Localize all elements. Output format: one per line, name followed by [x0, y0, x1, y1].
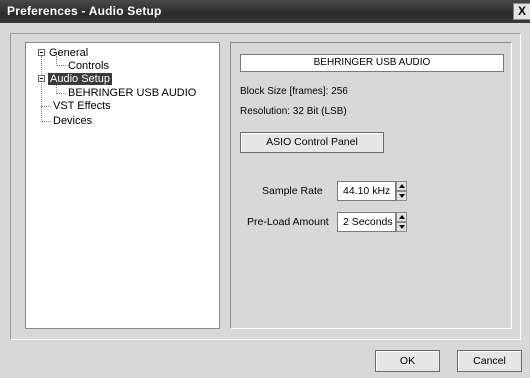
tree-item-devices[interactable]: Devices	[53, 115, 92, 127]
preload-amount-spinner[interactable]	[396, 212, 407, 232]
tree-item-controls[interactable]: Controls	[68, 60, 109, 72]
tree-line	[41, 56, 42, 122]
resolution-text: Resolution: 32 Bit (LSB)	[240, 106, 347, 117]
title-bar[interactable]: Preferences - Audio Setup X	[0, 0, 530, 23]
collapse-toggle-icon[interactable]	[38, 75, 45, 82]
block-size-text: Block Size [frames]: 256	[240, 86, 348, 97]
tree-item-vst-effects[interactable]: VST Effects	[53, 100, 111, 112]
tree-line	[41, 106, 51, 107]
preload-amount-field[interactable]: 2 Seconds	[337, 212, 396, 232]
window-title: Preferences - Audio Setup	[7, 4, 162, 18]
preload-amount-label: Pre-Load Amount	[247, 216, 329, 228]
tree-line	[56, 93, 66, 94]
tree-item-audio-setup[interactable]: Audio Setup	[48, 73, 112, 85]
tree-line	[41, 121, 51, 122]
spin-up-icon[interactable]	[396, 212, 407, 222]
sample-rate-label: Sample Rate	[262, 185, 323, 197]
device-name-field[interactable]: BEHRINGER USB AUDIO	[240, 54, 504, 72]
ok-button[interactable]: OK	[375, 350, 440, 372]
close-button[interactable]: X	[513, 3, 530, 20]
cancel-button[interactable]: Cancel	[457, 350, 522, 372]
spin-down-icon[interactable]	[396, 222, 407, 232]
spin-down-icon[interactable]	[396, 191, 407, 201]
asio-control-panel-button[interactable]: ASIO Control Panel	[240, 132, 384, 153]
preferences-tree[interactable]: General Controls Audio Setup BEHRINGER U…	[25, 42, 220, 329]
spin-up-icon[interactable]	[396, 181, 407, 191]
preferences-window: Preferences - Audio Setup X General Cont…	[0, 0, 530, 378]
tree-line	[56, 65, 66, 66]
tree-item-behringer-usb-audio[interactable]: BEHRINGER USB AUDIO	[68, 87, 196, 99]
collapse-toggle-icon[interactable]	[38, 49, 45, 56]
sample-rate-spinner[interactable]	[396, 181, 407, 201]
sample-rate-field[interactable]: 44.10 kHz	[337, 181, 396, 201]
tree-item-general[interactable]: General	[49, 47, 88, 59]
